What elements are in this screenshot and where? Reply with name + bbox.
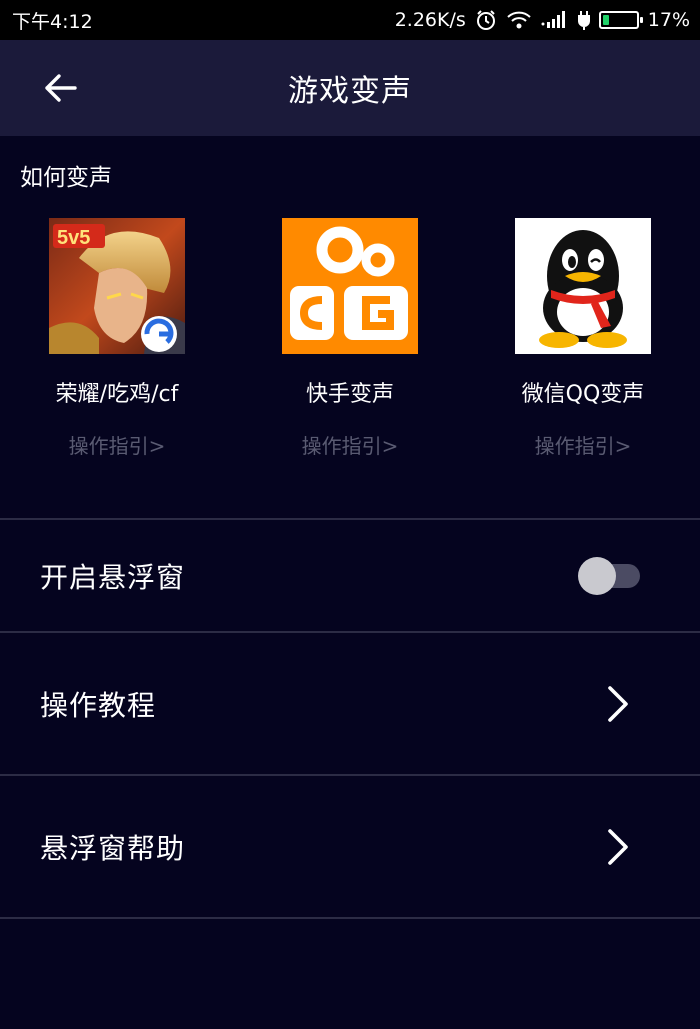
tutorial-label: 操作教程 — [40, 688, 157, 722]
floating-window-row: 开启悬浮窗 — [0, 520, 700, 631]
signal-icon — [541, 10, 569, 30]
tutorial-row[interactable]: 操作教程 — [0, 633, 700, 774]
page-title: 游戏变声 — [288, 74, 412, 109]
chevron-right-icon — [608, 828, 628, 865]
guide-link[interactable]: 操作指引> — [535, 430, 632, 459]
status-time: 下午4:12 — [12, 10, 93, 33]
network-speed: 2.26K/s — [394, 9, 466, 31]
charging-icon — [577, 10, 590, 30]
app-item-game[interactable]: 5v5 荣耀/吃鸡/cf 操作指引> — [1, 218, 233, 459]
game-icon: 5v5 — [49, 218, 185, 354]
status-icons: 2.26K/s 17% — [395, 9, 690, 31]
qq-penguin-icon — [515, 218, 651, 354]
floating-help-row[interactable]: 悬浮窗帮助 — [0, 776, 700, 917]
app-name: 微信QQ变声 — [521, 382, 645, 407]
battery-icon — [598, 11, 643, 29]
app-name: 快手变声 — [305, 382, 394, 407]
app-item-qq[interactable]: 微信QQ变声 操作指引> — [467, 218, 699, 459]
toggle-knob — [578, 556, 616, 595]
guide-link[interactable]: 操作指引> — [302, 430, 399, 459]
back-button[interactable] — [40, 68, 80, 108]
app-header: 游戏变声 — [0, 40, 700, 136]
app-list: 5v5 荣耀/吃鸡/cf 操作指引> 快手变声 操作指引> 微信QQ变声 操作指… — [0, 218, 700, 478]
app-name: 荣耀/吃鸡/cf — [55, 382, 179, 407]
svg-text:5v5: 5v5 — [57, 227, 90, 249]
floating-window-toggle[interactable] — [578, 556, 640, 595]
app-item-kuaishou[interactable]: 快手变声 操作指引> — [234, 218, 466, 459]
wifi-icon — [506, 10, 532, 30]
status-bar: 下午4:12 2.26K/s 17% — [0, 0, 700, 40]
alarm-icon — [475, 9, 497, 31]
kuaishou-icon — [282, 218, 418, 354]
battery-percent: 17% — [647, 9, 690, 31]
arrow-left-icon — [45, 74, 77, 102]
section-title: 如何变声 — [20, 165, 112, 191]
floating-help-label: 悬浮窗帮助 — [40, 831, 186, 865]
divider — [0, 917, 700, 919]
floating-window-label: 开启悬浮窗 — [40, 560, 186, 594]
guide-link[interactable]: 操作指引> — [69, 430, 166, 459]
chevron-right-icon — [608, 685, 628, 722]
